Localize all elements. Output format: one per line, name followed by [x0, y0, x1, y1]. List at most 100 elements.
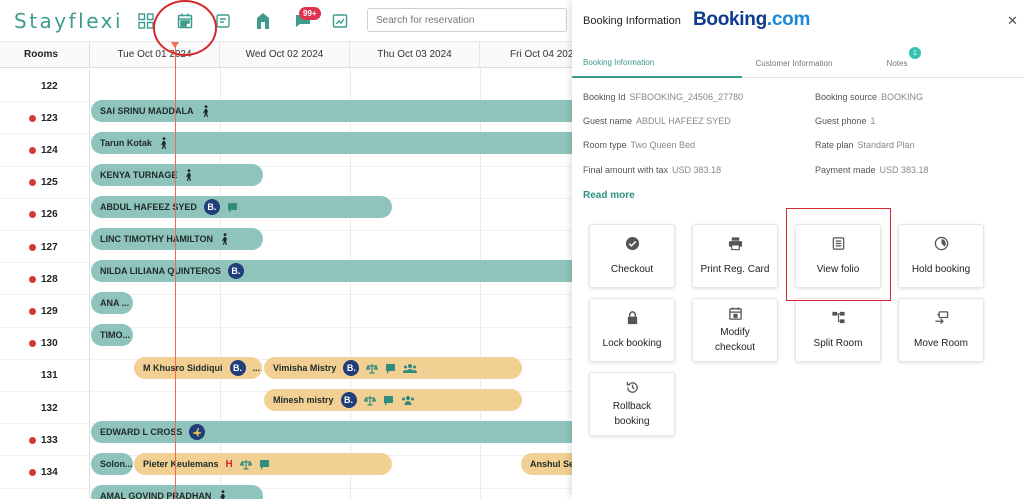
balance-scale-icon — [239, 459, 252, 470]
guest-name: Vimisha Mistry — [273, 363, 337, 373]
booking-bar[interactable]: LINC TIMOTHY HAMILTON — [91, 228, 263, 250]
source-badge: B. — [340, 392, 357, 408]
tab-customer-information[interactable]: Customer Information — [742, 48, 846, 78]
check-circle-icon — [624, 236, 640, 252]
rate-plan-value: Standard Plan — [857, 140, 915, 150]
tab-booking-information[interactable]: Booking Information — [572, 48, 742, 78]
walk-in-icon — [218, 490, 228, 499]
dirty-status-dot — [29, 211, 36, 219]
app-logo[interactable]: Stayflexi — [14, 9, 123, 33]
guest-phone-value: 1 — [870, 116, 876, 126]
housekeeping-icon[interactable] — [250, 8, 276, 34]
guest-name: AMAL GOVIND PRADHAN — [100, 491, 212, 499]
guest-name: SAI SRINU MADDALA — [100, 106, 194, 116]
booking-source-value: BOOKING — [881, 92, 924, 102]
split-room-button[interactable]: Split Room — [795, 298, 881, 362]
search-input[interactable] — [367, 8, 567, 32]
room-number: 134 — [41, 466, 58, 478]
booking-bar[interactable]: EDWARD L CROSS — [91, 421, 581, 443]
move-room-button[interactable]: Move Room — [898, 298, 984, 362]
checkout-button[interactable]: Checkout — [589, 224, 675, 288]
modify-checkout-button[interactable]: Modify checkout — [692, 298, 778, 362]
source-badge: B. — [343, 360, 360, 376]
room-number: 132 — [41, 402, 58, 414]
guest-phone-label: Guest phone — [815, 116, 867, 126]
booking-com-badge: B. — [340, 392, 357, 408]
dirty-status-dot — [29, 179, 36, 187]
rollback-booking-button[interactable]: Rollback booking — [589, 372, 675, 436]
printer-icon — [727, 236, 743, 252]
date-header[interactable]: Thu Oct 03 2024 — [350, 42, 480, 68]
room-row[interactable]: 123 — [0, 102, 90, 135]
guest-phone-field: Guest phone 1 — [815, 116, 876, 126]
final-amount-value: USD 383.18 — [672, 165, 722, 175]
dirty-status-dot — [29, 436, 36, 444]
tab-notes[interactable]: Notes — [862, 48, 932, 78]
booking-bar[interactable]: KENYA TURNAGE — [91, 164, 263, 186]
booking-source-field: Booking source BOOKING — [815, 92, 923, 102]
move-icon — [933, 310, 949, 326]
room-number: 129 — [41, 305, 58, 317]
hold-booking-button[interactable]: Hold booking — [898, 224, 984, 288]
booking-id-label: Booking Id — [583, 92, 626, 102]
lock-booking-button[interactable]: Lock booking — [589, 298, 675, 362]
annotation-rectangle — [786, 208, 891, 301]
walk-in-icon — [220, 233, 230, 245]
booking-bar[interactable]: Tarun Kotak — [91, 132, 581, 154]
date-header[interactable]: Wed Oct 02 2024 — [220, 42, 350, 68]
guest-name: Tarun Kotak — [100, 138, 152, 148]
booking-info-panel: Booking Information Booking.com ✕ Bookin… — [572, 0, 1024, 499]
print-reg-card-button[interactable]: Print Reg. Card — [692, 224, 778, 288]
room-row[interactable]: 134 — [0, 456, 90, 489]
room-row[interactable]: 127 — [0, 231, 90, 263]
booking-bar[interactable]: Solon... — [91, 453, 133, 475]
booking-bar[interactable]: M Khusro Siddiqui B. ... — [134, 357, 262, 379]
read-more-link[interactable]: Read more — [583, 190, 635, 201]
rollback-label-1: Rollback — [612, 401, 652, 412]
room-row[interactable]: 133 — [0, 424, 90, 457]
event-icon — [727, 305, 743, 321]
booking-bar[interactable]: ABDUL HAFEEZ SYED B. — [91, 196, 392, 218]
dirty-status-dot — [29, 340, 36, 348]
booking-bar[interactable]: TIMO... — [91, 324, 133, 346]
close-icon[interactable]: ✕ — [1007, 13, 1018, 29]
move-room-label: Move Room — [914, 337, 968, 349]
room-row[interactable]: 131 — [0, 359, 90, 392]
room-row[interactable]: 129 — [0, 295, 90, 328]
booking-com-logo: Booking.com — [693, 9, 810, 31]
booking-bar[interactable]: Pieter Keulemans H — [134, 453, 392, 475]
guest-name-label: Guest name — [583, 116, 633, 126]
guest-name: ABDUL HAFEEZ SYED — [100, 202, 197, 212]
booking-bar[interactable]: NILDA LILIANA QUINTEROS B. — [91, 260, 581, 282]
walk-in-icon — [184, 169, 194, 181]
room-row[interactable]: 125 — [0, 166, 90, 199]
group-icon — [401, 395, 415, 405]
booking-bar[interactable]: SAI SRINU MADDALA — [91, 100, 581, 122]
room-row[interactable]: 130 — [0, 327, 90, 360]
booking-bar[interactable]: AMAL GOVIND PRADHAN — [91, 485, 263, 499]
payment-made-field: Payment made USD 383.18 — [815, 165, 929, 175]
reports-icon[interactable] — [327, 8, 353, 34]
booking-bar[interactable]: Minesh mistry B. — [264, 389, 522, 411]
brand-main: Booking — [693, 9, 767, 30]
booking-com-badge: B. — [229, 360, 246, 376]
room-number: 128 — [41, 273, 58, 285]
flag-icon — [385, 363, 396, 374]
booking-bar[interactable]: Vimisha Mistry B. — [264, 357, 522, 379]
room-row[interactable]: 124 — [0, 134, 90, 167]
dirty-status-dot — [29, 307, 36, 315]
room-row[interactable]: 128 — [0, 263, 90, 296]
booking-bar[interactable]: ANA ... — [91, 292, 133, 314]
balance-scale-icon — [363, 395, 376, 406]
final-amount-label: Final amount with tax — [583, 165, 669, 175]
dirty-status-dot — [29, 468, 36, 476]
room-row[interactable]: 126 — [0, 198, 90, 231]
notes-count-badge: 1 — [909, 47, 921, 59]
guest-name: KENYA TURNAGE — [100, 170, 178, 180]
room-row[interactable]: 132 — [0, 392, 90, 424]
notifications-badge: 99+ — [299, 7, 321, 20]
room-row[interactable]: 122 — [0, 70, 90, 102]
room-number: 131 — [41, 370, 58, 382]
room-row[interactable]: 135 — [0, 488, 90, 499]
hotel-icon: H — [225, 458, 233, 470]
